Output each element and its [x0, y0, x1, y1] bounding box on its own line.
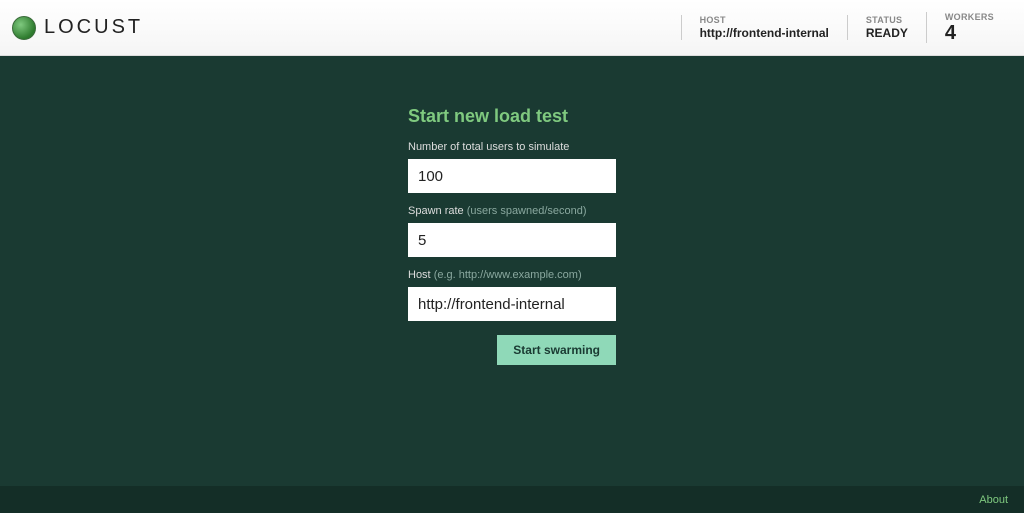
users-input[interactable]	[408, 159, 616, 193]
host-hint: (e.g. http://www.example.com)	[434, 269, 582, 281]
brand-text: LOCUST	[44, 16, 143, 39]
form-actions: Start swarming	[408, 335, 616, 365]
load-test-form: Start new load test Number of total user…	[408, 106, 616, 486]
field-host: Host (e.g. http://www.example.com)	[408, 269, 616, 321]
stat-status: STATUS READY	[847, 15, 926, 40]
field-spawn-rate: Spawn rate (users spawned/second)	[408, 205, 616, 257]
locust-icon	[12, 16, 36, 40]
form-title: Start new load test	[408, 106, 616, 127]
spawn-hint: (users spawned/second)	[467, 205, 587, 217]
stat-status-value: READY	[866, 26, 908, 40]
top-header: LOCUST HOST http://frontend-internal STA…	[0, 0, 1024, 56]
stat-status-label: STATUS	[866, 15, 908, 25]
host-label: Host (e.g. http://www.example.com)	[408, 269, 616, 281]
field-users: Number of total users to simulate	[408, 141, 616, 193]
stat-host-value: http://frontend-internal	[700, 26, 829, 40]
stat-workers: WORKERS 4	[926, 12, 1012, 43]
spawn-label: Spawn rate (users spawned/second)	[408, 205, 616, 217]
stat-workers-value: 4	[945, 23, 994, 43]
main-content: Start new load test Number of total user…	[0, 56, 1024, 486]
stat-workers-label: WORKERS	[945, 12, 994, 22]
stat-host-label: HOST	[700, 15, 829, 25]
start-swarming-button[interactable]: Start swarming	[497, 335, 616, 365]
about-link[interactable]: About	[979, 494, 1008, 506]
host-input[interactable]	[408, 287, 616, 321]
brand-logo: LOCUST	[12, 16, 143, 40]
spawn-label-text: Spawn rate	[408, 205, 467, 217]
users-label: Number of total users to simulate	[408, 141, 616, 153]
footer: About	[0, 486, 1024, 513]
spawn-input[interactable]	[408, 223, 616, 257]
host-label-text: Host	[408, 269, 434, 281]
stat-host: HOST http://frontend-internal	[681, 15, 847, 40]
